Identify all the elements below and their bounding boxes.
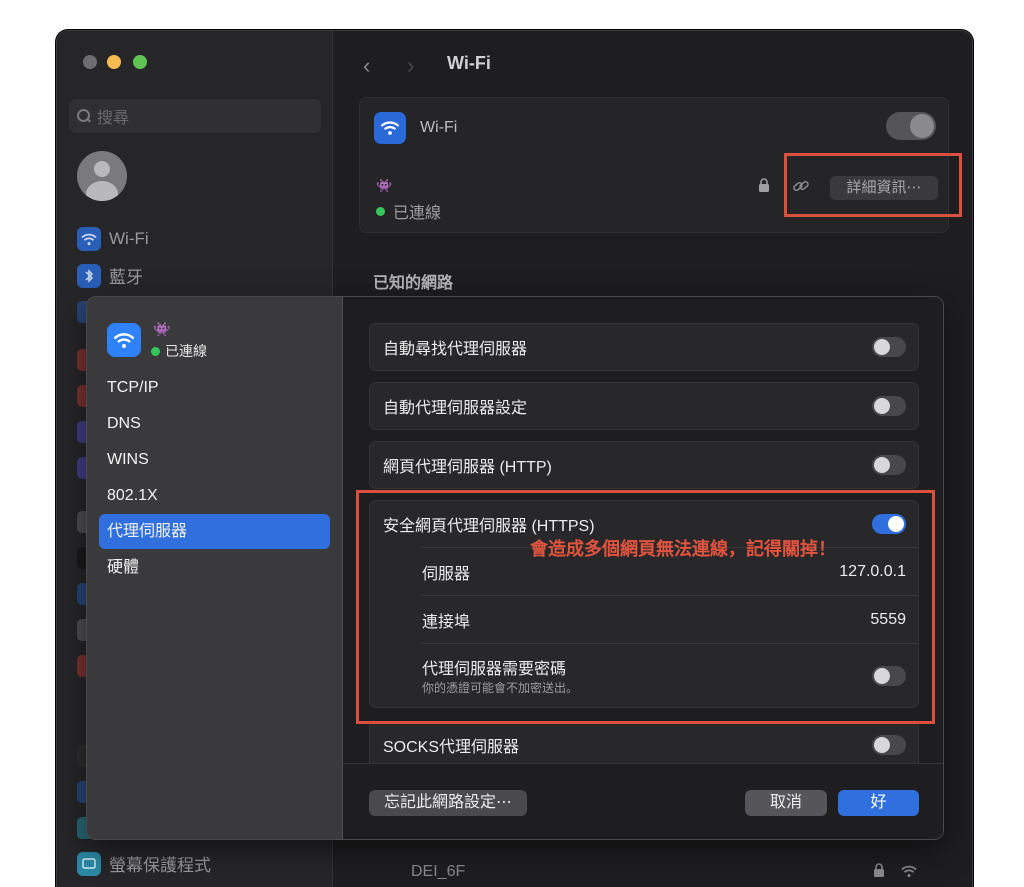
auto-config-row: 自動代理伺服器設定: [370, 383, 918, 429]
wifi-toggle[interactable]: [886, 112, 936, 140]
bluetooth-icon: [77, 263, 101, 288]
auto-discovery-group: 自動尋找代理伺服器: [369, 323, 919, 371]
auto-discovery-row: 自動尋找代理伺服器: [370, 324, 918, 370]
auto-config-toggle[interactable]: [872, 396, 906, 416]
annotation-highlight-details: [784, 153, 962, 217]
wifi-icon: [107, 323, 141, 357]
user-avatar[interactable]: [77, 151, 127, 201]
sheet-footer: 忘記此網路設定⋯ 取消 好: [343, 763, 943, 839]
zoom-window-button[interactable]: [133, 55, 147, 69]
sidebar-item-bluetooth[interactable]: 藍牙: [77, 263, 143, 288]
search-placeholder: 搜尋: [97, 110, 130, 127]
http-proxy-toggle[interactable]: [872, 455, 906, 475]
auto-discovery-label: 自動尋找代理伺服器: [383, 341, 528, 358]
socks-proxy-label: SOCKS代理伺服器: [383, 739, 520, 756]
socks-proxy-row: SOCKS代理伺服器: [370, 722, 918, 768]
socks-proxy-group: SOCKS代理伺服器: [369, 721, 919, 768]
auto-discovery-toggle[interactable]: [872, 337, 906, 357]
lock-icon: [873, 863, 885, 883]
connected-indicator: [151, 346, 160, 356]
search-input[interactable]: 搜尋: [69, 99, 321, 133]
http-proxy-label: 網頁代理伺服器 (HTTP): [383, 459, 552, 476]
sidebar-item-label: 螢幕保護程式: [109, 856, 211, 875]
known-network-name[interactable]: DEI_6F: [411, 863, 465, 881]
cancel-button[interactable]: 取消: [745, 790, 827, 816]
nav-dns[interactable]: DNS: [99, 406, 330, 441]
close-window-button[interactable]: [83, 55, 97, 69]
sidebar-item-label: 藍牙: [109, 268, 143, 287]
sidebar-item-label: Wi-Fi: [109, 229, 149, 248]
annotation-text: 會造成多個網頁無法連線，記得關掉！: [530, 539, 836, 559]
search-icon: [77, 109, 91, 123]
wifi-card-title: Wi-Fi: [420, 119, 458, 136]
ok-button[interactable]: 好: [838, 790, 919, 816]
forget-network-button[interactable]: 忘記此網路設定⋯: [369, 790, 527, 816]
sheet-sidebar: 👾 已連線 TCP/IP DNS WINS 802.1X 代理伺服器 硬體: [87, 297, 343, 839]
http-proxy-group: 網頁代理伺服器 (HTTP): [369, 441, 919, 489]
connected-indicator: [376, 206, 385, 216]
screensaver-icon: [77, 851, 101, 876]
auto-config-group: 自動代理伺服器設定: [369, 382, 919, 430]
http-proxy-row: 網頁代理伺服器 (HTTP): [370, 442, 918, 488]
sidebar-item-wifi[interactable]: Wi-Fi: [77, 227, 149, 251]
nav-tcpip[interactable]: TCP/IP: [99, 370, 330, 405]
sidebar-item-screensaver[interactable]: 螢幕保護程式: [77, 851, 211, 876]
nav-proxies[interactable]: 代理伺服器: [99, 514, 330, 549]
sheet-network-name: 👾: [153, 321, 171, 337]
known-networks-title: 已知的網路: [373, 275, 454, 292]
wifi-icon: [77, 227, 101, 251]
lock-icon: [758, 178, 770, 198]
wifi-icon: [374, 112, 406, 144]
wifi-signal-icon: [901, 865, 917, 883]
forward-button[interactable]: ›: [407, 53, 414, 79]
socks-proxy-toggle[interactable]: [872, 735, 906, 755]
annotation-highlight-https: [356, 490, 935, 724]
nav-8021x[interactable]: 802.1X: [99, 478, 330, 513]
auto-config-label: 自動代理伺服器設定: [383, 400, 528, 417]
back-button[interactable]: ‹: [363, 53, 370, 79]
toolbar-title: Wi-Fi: [447, 53, 491, 73]
sheet-connection-status: 已連線: [165, 343, 207, 359]
connection-status: 已連線: [393, 205, 442, 222]
network-name: 👾: [376, 178, 393, 193]
nav-hardware[interactable]: 硬體: [99, 550, 330, 585]
nav-wins[interactable]: WINS: [99, 442, 330, 477]
minimize-window-button[interactable]: [107, 55, 121, 69]
